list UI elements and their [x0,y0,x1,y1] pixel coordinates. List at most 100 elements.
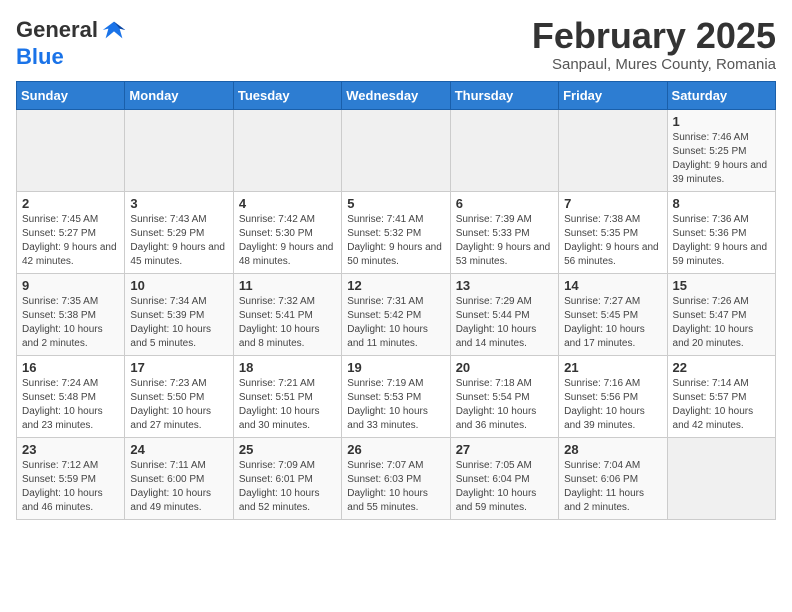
day-info: Sunrise: 7:18 AM Sunset: 5:54 PM Dayligh… [456,377,553,433]
day-info: Sunrise: 7:29 AM Sunset: 5:44 PM Dayligh… [456,295,553,351]
weekday-header: Wednesday [342,81,450,109]
day-number: 18 [239,360,336,375]
day-number: 7 [564,196,661,211]
calendar-table: SundayMondayTuesdayWednesdayThursdayFrid… [16,81,776,520]
day-number: 16 [22,360,119,375]
day-info: Sunrise: 7:23 AM Sunset: 5:50 PM Dayligh… [130,377,227,433]
day-info: Sunrise: 7:35 AM Sunset: 5:38 PM Dayligh… [22,295,119,351]
day-number: 25 [239,442,336,457]
calendar-cell: 21 Sunrise: 7:16 AM Sunset: 5:56 PM Dayli… [559,355,667,437]
day-info: Sunrise: 7:12 AM Sunset: 5:59 PM Dayligh… [22,459,119,515]
calendar-cell: 2 Sunrise: 7:45 AM Sunset: 5:27 PM Daylig… [17,191,125,273]
day-number: 5 [347,196,444,211]
page-header: General Blue February 2025 Sanpaul, Mure… [16,16,776,73]
calendar-cell [450,109,558,191]
day-info: Sunrise: 7:09 AM Sunset: 6:01 PM Dayligh… [239,459,336,515]
day-number: 19 [347,360,444,375]
day-info: Sunrise: 7:43 AM Sunset: 5:29 PM Dayligh… [130,213,227,269]
day-number: 11 [239,278,336,293]
calendar-cell: 16 Sunrise: 7:24 AM Sunset: 5:48 PM Dayli… [17,355,125,437]
day-number: 9 [22,278,119,293]
day-info: Sunrise: 7:19 AM Sunset: 5:53 PM Dayligh… [347,377,444,433]
calendar-cell [667,437,775,519]
day-number: 6 [456,196,553,211]
calendar-cell [559,109,667,191]
calendar-cell: 27 Sunrise: 7:05 AM Sunset: 6:04 PM Dayli… [450,437,558,519]
day-info: Sunrise: 7:32 AM Sunset: 5:41 PM Dayligh… [239,295,336,351]
day-number: 8 [673,196,770,211]
day-number: 24 [130,442,227,457]
location-text: Sanpaul, Mures County, Romania [532,56,776,73]
day-info: Sunrise: 7:34 AM Sunset: 5:39 PM Dayligh… [130,295,227,351]
day-info: Sunrise: 7:07 AM Sunset: 6:03 PM Dayligh… [347,459,444,515]
calendar-week-row: 1 Sunrise: 7:46 AM Sunset: 5:25 PM Daylig… [17,109,776,191]
calendar-cell [17,109,125,191]
day-info: Sunrise: 7:05 AM Sunset: 6:04 PM Dayligh… [456,459,553,515]
logo-bird-icon [100,16,128,44]
calendar-cell: 9 Sunrise: 7:35 AM Sunset: 5:38 PM Daylig… [17,273,125,355]
calendar-cell [233,109,341,191]
calendar-cell: 8 Sunrise: 7:36 AM Sunset: 5:36 PM Daylig… [667,191,775,273]
calendar-cell: 1 Sunrise: 7:46 AM Sunset: 5:25 PM Daylig… [667,109,775,191]
calendar-week-row: 23 Sunrise: 7:12 AM Sunset: 5:59 PM Dayli… [17,437,776,519]
day-info: Sunrise: 7:26 AM Sunset: 5:47 PM Dayligh… [673,295,770,351]
calendar-cell: 24 Sunrise: 7:11 AM Sunset: 6:00 PM Dayli… [125,437,233,519]
weekday-header: Thursday [450,81,558,109]
day-info: Sunrise: 7:45 AM Sunset: 5:27 PM Dayligh… [22,213,119,269]
day-number: 10 [130,278,227,293]
calendar-cell: 3 Sunrise: 7:43 AM Sunset: 5:29 PM Daylig… [125,191,233,273]
day-number: 15 [673,278,770,293]
calendar-cell: 7 Sunrise: 7:38 AM Sunset: 5:35 PM Daylig… [559,191,667,273]
calendar-header-row: SundayMondayTuesdayWednesdayThursdayFrid… [17,81,776,109]
day-info: Sunrise: 7:38 AM Sunset: 5:35 PM Dayligh… [564,213,661,269]
day-info: Sunrise: 7:16 AM Sunset: 5:56 PM Dayligh… [564,377,661,433]
calendar-cell: 14 Sunrise: 7:27 AM Sunset: 5:45 PM Dayli… [559,273,667,355]
calendar-week-row: 16 Sunrise: 7:24 AM Sunset: 5:48 PM Dayli… [17,355,776,437]
day-info: Sunrise: 7:27 AM Sunset: 5:45 PM Dayligh… [564,295,661,351]
day-number: 13 [456,278,553,293]
calendar-cell: 25 Sunrise: 7:09 AM Sunset: 6:01 PM Dayli… [233,437,341,519]
day-number: 2 [22,196,119,211]
calendar-cell: 22 Sunrise: 7:14 AM Sunset: 5:57 PM Dayli… [667,355,775,437]
calendar-cell: 4 Sunrise: 7:42 AM Sunset: 5:30 PM Daylig… [233,191,341,273]
day-number: 21 [564,360,661,375]
day-number: 3 [130,196,227,211]
day-info: Sunrise: 7:36 AM Sunset: 5:36 PM Dayligh… [673,213,770,269]
logo: General Blue [16,16,128,70]
day-number: 26 [347,442,444,457]
day-info: Sunrise: 7:11 AM Sunset: 6:00 PM Dayligh… [130,459,227,515]
day-info: Sunrise: 7:04 AM Sunset: 6:06 PM Dayligh… [564,459,661,515]
weekday-header: Saturday [667,81,775,109]
logo-blue-text: Blue [16,44,64,70]
calendar-cell: 18Sunrise: 7:21 AM Sunset: 5:51 PM Dayli… [233,355,341,437]
calendar-cell: 19 Sunrise: 7:19 AM Sunset: 5:53 PM Dayli… [342,355,450,437]
day-info: Sunrise: 7:24 AM Sunset: 5:48 PM Dayligh… [22,377,119,433]
calendar-week-row: 2 Sunrise: 7:45 AM Sunset: 5:27 PM Daylig… [17,191,776,273]
calendar-cell: 5Sunrise: 7:41 AM Sunset: 5:32 PM Daylig… [342,191,450,273]
weekday-header: Sunday [17,81,125,109]
day-number: 17 [130,360,227,375]
calendar-cell: 11 Sunrise: 7:32 AM Sunset: 5:41 PM Dayli… [233,273,341,355]
day-number: 22 [673,360,770,375]
calendar-cell: 17 Sunrise: 7:23 AM Sunset: 5:50 PM Dayli… [125,355,233,437]
calendar-cell: 23 Sunrise: 7:12 AM Sunset: 5:59 PM Dayli… [17,437,125,519]
weekday-header: Friday [559,81,667,109]
weekday-header: Tuesday [233,81,341,109]
day-number: 12 [347,278,444,293]
calendar-cell [125,109,233,191]
day-number: 14 [564,278,661,293]
day-info: Sunrise: 7:42 AM Sunset: 5:30 PM Dayligh… [239,213,336,269]
day-number: 4 [239,196,336,211]
day-number: 20 [456,360,553,375]
day-info: Sunrise: 7:46 AM Sunset: 5:25 PM Dayligh… [673,131,770,187]
month-title: February 2025 [532,16,776,56]
calendar-cell: 20 Sunrise: 7:18 AM Sunset: 5:54 PM Dayli… [450,355,558,437]
day-number: 23 [22,442,119,457]
day-info: Sunrise: 7:14 AM Sunset: 5:57 PM Dayligh… [673,377,770,433]
calendar-week-row: 9 Sunrise: 7:35 AM Sunset: 5:38 PM Daylig… [17,273,776,355]
title-block: February 2025 Sanpaul, Mures County, Rom… [532,16,776,73]
calendar-cell: 15 Sunrise: 7:26 AM Sunset: 5:47 PM Dayli… [667,273,775,355]
day-number: 27 [456,442,553,457]
day-number: 1 [673,114,770,129]
calendar-cell: 26 Sunrise: 7:07 AM Sunset: 6:03 PM Dayli… [342,437,450,519]
